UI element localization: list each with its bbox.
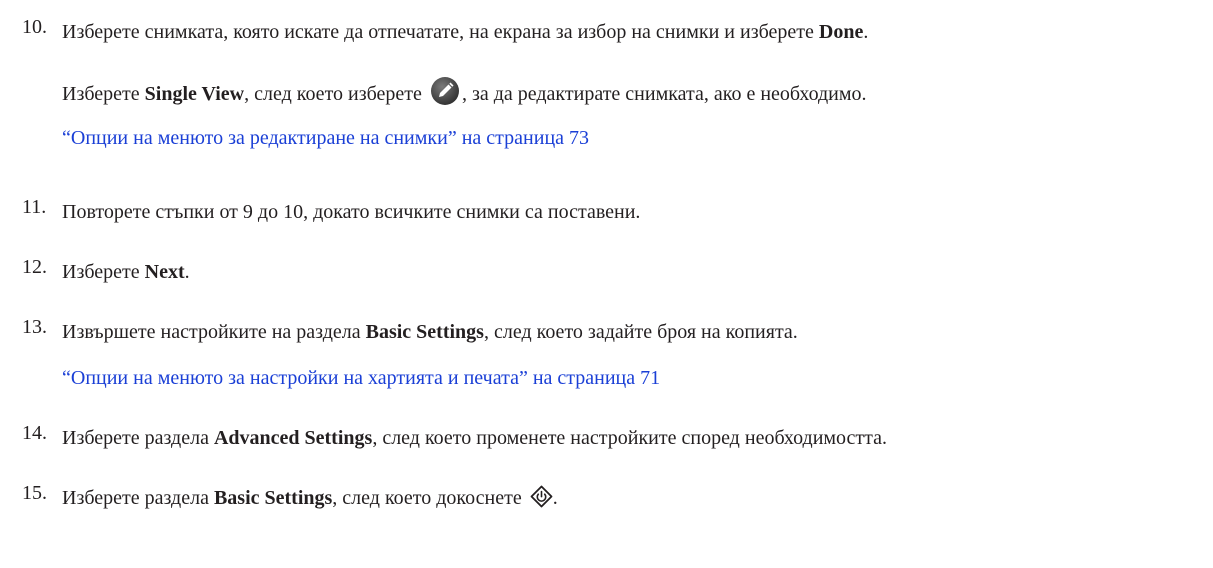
ui-term-done: Done <box>818 21 864 43</box>
step-text-end: , след което задайте броя на копията. <box>483 321 798 343</box>
ui-term-basic-settings: Basic Settings <box>365 321 484 343</box>
start-diamond-icon <box>530 485 553 508</box>
step-number: 10. <box>22 16 47 38</box>
step-number: 13. <box>22 316 47 338</box>
step-text: Извършете настройките на раздела <box>62 321 366 343</box>
step-text-mid: , след което изберете <box>244 83 427 105</box>
step-text-end: , за да редактирате снимката, ако е необ… <box>461 83 867 105</box>
step-text: Изберете <box>62 261 145 283</box>
step-10-line-1: Изберете снимката, която искате да отпеч… <box>62 18 868 46</box>
ui-term-basic-settings: Basic Settings <box>213 487 333 509</box>
step-text: Изберете раздела <box>62 427 214 449</box>
pencil-edit-icon <box>430 76 460 106</box>
step-text: Изберете раздела <box>62 487 214 509</box>
step-text: Изберете снимката, която искате да отпеч… <box>62 21 819 43</box>
step-number: 12. <box>22 256 47 278</box>
step-text-end: . <box>552 487 558 509</box>
step-11-line: Повторете стъпки от 9 до 10, докато всич… <box>62 198 640 226</box>
step-text-mid: , след което докоснете <box>332 487 527 509</box>
step-13-line: Извършете настройките на раздела Basic S… <box>62 318 798 346</box>
step-text-end: . <box>184 261 190 283</box>
step-text: Повторете стъпки от 9 до 10, докато всич… <box>62 201 641 223</box>
step-10-line-2: Изберете Single View, след което изберет… <box>62 76 867 108</box>
link-paper-print-settings-options[interactable]: “Опции на менюто за настройки на хартият… <box>62 367 660 389</box>
step-15-line: Изберете раздела Basic Settings, след ко… <box>62 484 558 512</box>
step-14-line: Изберете раздела Advanced Settings, след… <box>62 424 887 452</box>
step-10-link-line: “Опции на менюто за редактиране на снимк… <box>62 124 589 152</box>
step-number: 14. <box>22 422 47 444</box>
step-number: 15. <box>22 482 47 504</box>
step-13-link-line: “Опции на менюто за настройки на хартият… <box>62 364 660 392</box>
link-photo-edit-menu-options[interactable]: “Опции на менюто за редактиране на снимк… <box>62 127 589 149</box>
step-number: 11. <box>22 196 47 218</box>
ui-term-single-view: Single View <box>144 83 245 105</box>
ui-term-next: Next <box>144 261 185 283</box>
step-12-line: Изберете Next. <box>62 258 190 286</box>
step-text-end: . <box>863 21 869 43</box>
ui-term-advanced-settings: Advanced Settings <box>213 427 373 449</box>
step-text-end: , след което променете настройките споре… <box>372 427 888 449</box>
step-text: Изберете <box>62 83 145 105</box>
